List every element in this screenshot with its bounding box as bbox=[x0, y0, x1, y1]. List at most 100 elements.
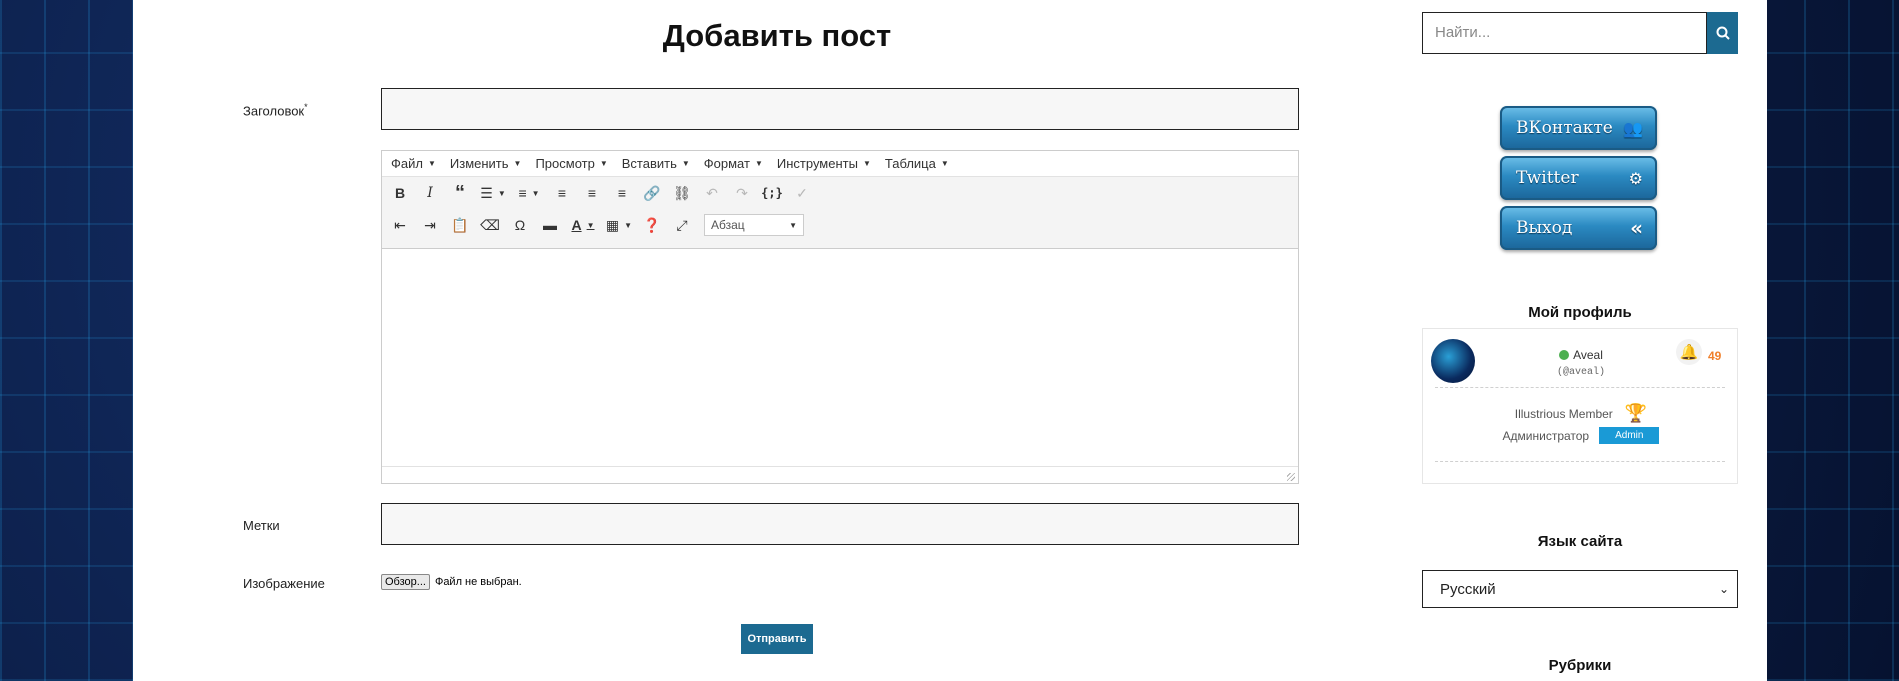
vk-button-label: ВКонтакте bbox=[1516, 118, 1613, 138]
gears-icon: ⚙ bbox=[1628, 168, 1643, 188]
main-content: Добавить пост Заголовок* Файл ▼ Изменить ▼… bbox=[133, 0, 1403, 681]
fullscreen-icon[interactable]: ⤢ bbox=[670, 213, 694, 237]
page-container: Добавить пост Заголовок* Файл ▼ Изменить ▼… bbox=[133, 0, 1767, 681]
search-widget: Найти... bbox=[1422, 12, 1738, 54]
caret-down-icon: ▼ bbox=[513, 159, 522, 168]
page-title: Добавить пост bbox=[662, 18, 892, 53]
divider bbox=[1435, 387, 1725, 388]
menu-format-label: Формат bbox=[703, 156, 750, 171]
profile-handle: (@aveal) bbox=[1556, 367, 1605, 378]
menu-file[interactable]: Файл ▼ bbox=[391, 156, 436, 171]
profile-card: Aveal (@aveal) 🔔 49 Illustrious Member 🏆… bbox=[1422, 328, 1738, 484]
code-sample-icon[interactable]: {;} bbox=[760, 181, 784, 205]
twitter-button[interactable]: Twitter ⚙ bbox=[1500, 156, 1657, 200]
divider bbox=[1435, 461, 1725, 462]
link-icon[interactable]: 🔗 bbox=[640, 181, 664, 205]
chevron-down-icon: ⌄ bbox=[1718, 582, 1729, 596]
tags-input[interactable] bbox=[381, 503, 1299, 545]
paste-icon[interactable]: 📋 bbox=[448, 213, 472, 237]
profile-heading: Мой профиль bbox=[1528, 304, 1632, 321]
sidebar: Найти... ВКонтакте 👥 Twitter ⚙ Выход « М… bbox=[1422, 0, 1738, 681]
horizontal-rule-icon[interactable]: ▬ bbox=[538, 213, 562, 237]
menu-insert-label: Вставить bbox=[621, 156, 677, 171]
trophy-icon: 🏆 bbox=[1624, 403, 1648, 423]
caret-down-icon: ▼ bbox=[940, 159, 949, 168]
indent-icon[interactable]: ⇥ bbox=[418, 213, 442, 237]
browse-button[interactable]: Обзор... bbox=[381, 574, 430, 590]
help-icon[interactable]: ❓ bbox=[640, 213, 664, 237]
file-picker: Обзор... Файл не выбран. bbox=[381, 574, 522, 590]
title-label-text: Заголовок bbox=[243, 103, 305, 119]
redo-icon[interactable]: ↷ bbox=[730, 181, 754, 205]
online-status-icon bbox=[1559, 350, 1570, 360]
menu-edit[interactable]: Изменить ▼ bbox=[450, 156, 522, 171]
table-icon[interactable]: ▦ ▼ bbox=[604, 213, 634, 237]
block-format-value: Абзац bbox=[711, 218, 745, 232]
rank-row: Illustrious Member 🏆 bbox=[1423, 403, 1739, 424]
bell-icon[interactable]: 🔔 bbox=[1676, 339, 1702, 365]
role-row: Администратор Admin bbox=[1423, 427, 1739, 444]
undo-icon[interactable]: ↶ bbox=[700, 181, 724, 205]
caret-down-icon: ▼ bbox=[681, 159, 690, 168]
menu-edit-label: Изменить bbox=[449, 156, 509, 171]
group-icon: 👥 bbox=[1623, 118, 1643, 138]
search-button[interactable] bbox=[1707, 12, 1738, 54]
language-value: Русский bbox=[1440, 580, 1496, 598]
twitter-button-label: Twitter bbox=[1516, 168, 1579, 188]
caret-down-icon: ▼ bbox=[862, 159, 871, 168]
bullet-list-icon[interactable]: ☰ ▼ bbox=[478, 181, 508, 205]
role-label: Администратор bbox=[1502, 428, 1590, 443]
menu-tools[interactable]: Инструменты ▼ bbox=[777, 156, 871, 171]
caret-down-icon: ▼ bbox=[789, 220, 797, 230]
title-input[interactable] bbox=[381, 88, 1299, 130]
toolbar-row-1: B I “ ☰ ▼ ≡ ▼ ≡ ≡ ≡ 🔗 ⛓ ↶ ↷ {;} ✓ bbox=[388, 179, 820, 207]
menu-view-label: Просмотр bbox=[535, 156, 595, 171]
align-center-icon[interactable]: ≡ bbox=[580, 181, 604, 205]
bold-icon[interactable]: B bbox=[388, 181, 412, 205]
menu-insert[interactable]: Вставить ▼ bbox=[622, 156, 690, 171]
align-right-icon[interactable]: ≡ bbox=[610, 181, 634, 205]
menu-view[interactable]: Просмотр ▼ bbox=[535, 156, 607, 171]
toolbar-row-2: ⇤ ⇥ 📋 ⌫ Ω ▬ A ▼ ▦ ▼ ❓ ⤢ Абзац ▼ bbox=[388, 211, 804, 239]
special-char-icon[interactable]: Ω bbox=[508, 213, 532, 237]
profile-name[interactable]: Aveal bbox=[1573, 348, 1603, 362]
menu-table-label: Таблица bbox=[884, 156, 936, 171]
search-input[interactable]: Найти... bbox=[1422, 12, 1707, 54]
menu-format[interactable]: Формат ▼ bbox=[704, 156, 763, 171]
vk-button[interactable]: ВКонтакте 👥 bbox=[1500, 106, 1657, 150]
caret-down-icon: ▼ bbox=[754, 159, 763, 168]
menu-file-label: Файл bbox=[391, 156, 423, 171]
submit-button[interactable]: Отправить bbox=[741, 624, 813, 654]
editor-statusbar bbox=[382, 466, 1298, 483]
double-chevron-left-icon: « bbox=[1630, 216, 1643, 240]
block-format-select[interactable]: Абзац ▼ bbox=[704, 214, 804, 236]
logout-button[interactable]: Выход « bbox=[1500, 206, 1657, 250]
menu-table[interactable]: Таблица ▼ bbox=[885, 156, 949, 171]
rich-text-editor: Файл ▼ Изменить ▼ Просмотр ▼ Вставить ▼ Форм… bbox=[381, 150, 1299, 484]
spellcheck-icon[interactable]: ✓ bbox=[790, 181, 814, 205]
numbered-list-icon[interactable]: ≡ ▼ bbox=[514, 181, 544, 205]
clear-format-icon[interactable]: ⌫ bbox=[478, 213, 502, 237]
logout-button-label: Выход bbox=[1516, 218, 1573, 238]
image-label: Изображение bbox=[243, 576, 325, 591]
file-status: Файл не выбран. bbox=[434, 576, 522, 588]
outdent-icon[interactable]: ⇤ bbox=[388, 213, 412, 237]
language-select[interactable]: Русский ⌄ bbox=[1422, 570, 1738, 608]
italic-icon[interactable]: I bbox=[418, 181, 442, 205]
language-heading: Язык сайта bbox=[1537, 533, 1623, 550]
text-color-icon[interactable]: A ▼ bbox=[568, 213, 598, 237]
search-icon bbox=[1716, 26, 1730, 40]
tags-label: Метки bbox=[243, 518, 280, 533]
unlink-icon[interactable]: ⛓ bbox=[670, 181, 694, 205]
resize-handle-icon[interactable] bbox=[1287, 473, 1295, 481]
blockquote-icon[interactable]: “ bbox=[448, 181, 472, 205]
align-left-icon[interactable]: ≡ bbox=[550, 181, 574, 205]
required-mark: * bbox=[304, 102, 308, 112]
caret-down-icon: ▼ bbox=[427, 159, 436, 168]
categories-heading: Рубрики bbox=[1548, 657, 1612, 674]
editor-content-area[interactable] bbox=[382, 249, 1298, 467]
editor-toolbar: B I “ ☰ ▼ ≡ ▼ ≡ ≡ ≡ 🔗 ⛓ ↶ ↷ {;} ✓ ⇤ ⇥ 📋 … bbox=[382, 177, 1298, 249]
admin-badge: Admin bbox=[1599, 427, 1660, 444]
notification-count[interactable]: 49 bbox=[1708, 349, 1721, 363]
menu-tools-label: Инструменты bbox=[776, 156, 858, 171]
